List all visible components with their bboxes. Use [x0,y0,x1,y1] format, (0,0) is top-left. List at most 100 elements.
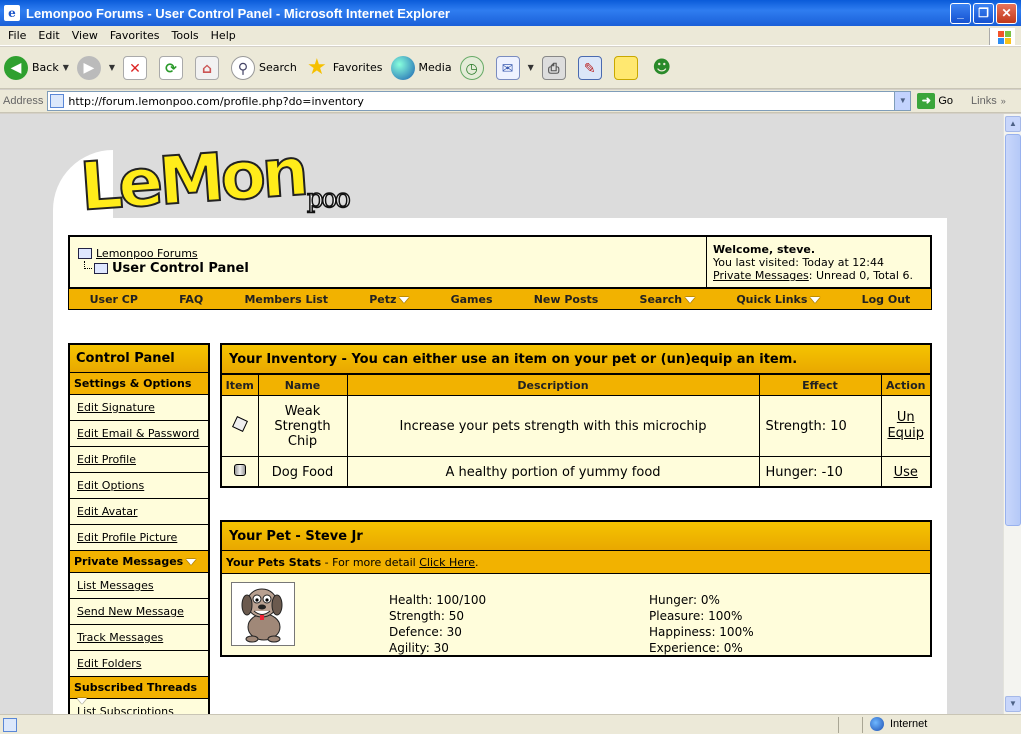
pet-panel: Your Pet - Steve Jr Your Pets Stats - Fo… [220,520,932,657]
collapse-arrow-icon[interactable] [77,698,87,704]
internet-globe-icon [870,717,884,731]
stop-button[interactable]: ✕ [123,55,151,80]
search-label: Search [259,61,297,74]
private-messages-link[interactable]: Private Messages [713,269,809,282]
messenger-button[interactable]: ☻ [650,56,678,80]
action-cell: Use [880,456,930,488]
edit-button[interactable]: ✎ [577,55,606,80]
sidebar-link[interactable]: Edit Avatar [77,505,138,518]
media-button[interactable]: Media [390,55,452,80]
pet-stats-label: Your Pets Stats [226,556,322,569]
maximize-button[interactable]: ❐ [973,3,994,24]
nav-log-out[interactable]: Log Out [862,293,911,306]
address-bar: Address http://forum.lemonpoo.com/profil… [0,90,1021,113]
sidebar-link[interactable]: List Subscriptions [77,705,174,714]
menu-view[interactable]: View [66,29,104,42]
menu-file[interactable]: File [2,29,32,42]
sidebar-item: Track Messages [70,625,208,651]
window-titlebar: e Lemonpoo Forums - User Control Panel -… [0,0,1021,26]
pet-stats-end: . [475,556,479,569]
home-icon: ⌂ [195,55,220,80]
item-description: Increase your pets strength with this mi… [346,395,760,457]
nav-quick-links[interactable]: Quick Links [736,293,821,306]
nav-faq[interactable]: FAQ [179,293,203,306]
sidebar-link[interactable]: Edit Options [77,479,144,492]
menu-tools[interactable]: Tools [166,29,205,42]
nav-user-cp[interactable]: User CP [90,293,138,306]
sidebar-link[interactable]: Edit Folders [77,657,142,670]
address-input[interactable]: http://forum.lemonpoo.com/profile.php?do… [47,91,912,111]
col-action: Action [880,374,930,396]
media-globe-icon [390,55,415,80]
home-button[interactable]: ⌂ [195,55,223,80]
sidebar-link[interactable]: Send New Message [77,605,184,618]
lemonpoo-logo[interactable]: LeMon poo [77,122,352,226]
sidebar-link[interactable]: Edit Email & Password [77,427,199,440]
forward-button[interactable]: ▶ ▼ [76,55,115,80]
sidebar-link[interactable]: Edit Profile [77,453,136,466]
col-name: Name [257,374,348,396]
scroll-up-icon[interactable]: ▲ [1005,116,1021,132]
vertical-scrollbar[interactable]: ▲ ▼ [1003,114,1021,714]
dropdown-arrow-icon[interactable] [685,296,696,303]
dropdown-arrow-icon[interactable] [399,296,410,303]
zone-label: Internet [890,718,928,730]
print-button[interactable]: ⎙ [541,55,570,80]
menu-help[interactable]: Help [205,29,242,42]
mail-button[interactable]: ✉ ▼ [495,55,534,80]
sidebar-link[interactable]: Edit Profile Picture [77,531,177,544]
sidebar-item: Edit Options [70,473,208,499]
table-row: Weak Strength Chip Increase your pets st… [222,395,930,457]
nav-label: FAQ [179,292,204,306]
nav-new-posts[interactable]: New Posts [534,293,599,306]
sidebar-item: Edit Signature [70,395,208,421]
nav-petz[interactable]: Petz [369,293,410,306]
sidebar-link[interactable]: Edit Signature [77,401,155,414]
control-panel-sidebar: Control Panel Settings & Options Edit Sig… [68,343,210,714]
refresh-button[interactable]: ⟳ [159,55,187,80]
address-url[interactable]: http://forum.lemonpoo.com/profile.php?do… [68,95,894,108]
discuss-button[interactable] [613,55,642,80]
pet-stats-left: Health: 100/100 Strength: 50 Defence: 30… [389,592,486,656]
scroll-thumb[interactable] [1005,134,1021,526]
browser-toolbar: ◀ Back ▼ ▶ ▼ ✕ ⟳ ⌂ ⚲ Search ★ Favorites Me… [0,47,1021,89]
pm-counts: : Unread 0, Total 6. [808,269,913,282]
minimize-button[interactable]: _ [950,3,971,24]
use-link[interactable]: Use [894,465,918,480]
edit-page-icon: ✎ [577,55,602,80]
inventory-title: Your Inventory - You can either use an i… [222,345,930,374]
nav-members-list[interactable]: Members List [244,293,328,306]
collapse-arrow-icon[interactable] [186,559,197,565]
status-divider [838,717,839,733]
pet-detail-link[interactable]: Click Here [419,556,475,569]
menu-edit[interactable]: Edit [32,29,65,42]
stat-hunger: Hunger: 0% [649,593,720,607]
search-icon: ⚲ [231,55,256,80]
sidebar-section-header: Private Messages [70,551,208,573]
dropdown-arrow-icon[interactable] [810,296,821,303]
menu-favorites[interactable]: Favorites [104,29,166,42]
sidebar-link[interactable]: Track Messages [77,631,163,644]
item-description: A healthy portion of yummy food [346,456,760,488]
back-button[interactable]: ◀ Back ▼ [4,55,69,80]
search-button[interactable]: ⚲ Search [231,55,297,80]
forum-nav-menu: User CP FAQ Members List Petz Games New Posts… [68,288,932,310]
address-dropdown-icon[interactable]: ▼ [894,92,911,110]
dog-food-can-icon [233,464,246,477]
sidebar-link[interactable]: List Messages [77,579,154,592]
breadcrumb-forum-link[interactable]: Lemonpoo Forums [96,247,198,260]
go-label: Go [938,95,954,107]
close-button[interactable]: ✕ [996,3,1017,24]
go-button[interactable]: ➜ Go [917,93,953,109]
table-row: Dog Food A healthy portion of yummy food… [222,456,930,488]
links-button[interactable]: Links [971,95,997,107]
links-chevron-icon[interactable]: » [1001,96,1006,106]
windows-logo-icon [989,28,1015,45]
scroll-down-icon[interactable]: ▼ [1005,696,1021,712]
media-label: Media [418,61,452,74]
nav-games[interactable]: Games [451,293,493,306]
history-button[interactable]: ◷ [459,55,488,80]
unequip-link[interactable]: Un Equip [886,410,926,442]
favorites-button[interactable]: ★ Favorites [305,55,383,80]
nav-search[interactable]: Search [640,293,696,306]
